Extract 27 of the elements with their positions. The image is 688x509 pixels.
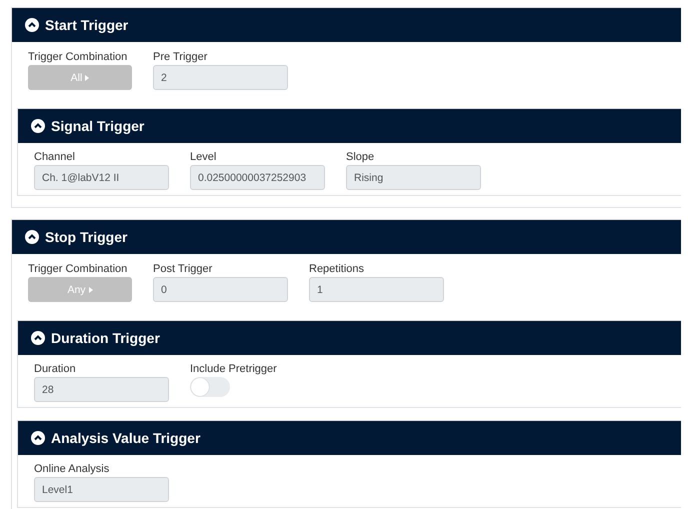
input-field[interactable]: 2 bbox=[153, 65, 288, 90]
subsection-header[interactable]: Analysis Value Trigger bbox=[18, 421, 681, 455]
field-label: Include Pretrigger bbox=[190, 363, 277, 375]
field-label: Level bbox=[190, 151, 218, 163]
toggle-switch[interactable] bbox=[190, 377, 230, 397]
field-label: Trigger Combination bbox=[28, 263, 128, 275]
field-label: Channel bbox=[34, 151, 76, 163]
input-field[interactable]: 0 bbox=[153, 277, 288, 302]
field-label: Repetitions bbox=[309, 263, 366, 275]
input-field[interactable]: 0.02500000037252903 bbox=[190, 165, 325, 190]
input-field[interactable]: Ch. 1@labV12 II bbox=[34, 165, 169, 190]
field-label: Post Trigger bbox=[153, 263, 214, 275]
section-header[interactable]: Stop Trigger bbox=[12, 220, 681, 254]
input-field[interactable]: Level1 bbox=[34, 477, 169, 502]
caret-icon bbox=[88, 286, 93, 292]
field-label: Pre Trigger bbox=[153, 51, 208, 63]
field-label: Trigger Combination bbox=[28, 51, 128, 63]
input-field[interactable]: Rising bbox=[346, 165, 481, 190]
caret-icon bbox=[85, 74, 90, 80]
field-label: Slope bbox=[346, 151, 376, 163]
section-header[interactable]: Start Trigger bbox=[12, 8, 681, 42]
input-field[interactable]: 28 bbox=[34, 377, 169, 402]
subsection-header[interactable]: Duration Trigger bbox=[18, 321, 681, 355]
field-label: Online Analysis bbox=[34, 463, 110, 475]
field-label: Duration bbox=[34, 363, 77, 375]
subsection-header[interactable]: Signal Trigger bbox=[18, 109, 681, 143]
input-field[interactable]: 1 bbox=[309, 277, 444, 302]
